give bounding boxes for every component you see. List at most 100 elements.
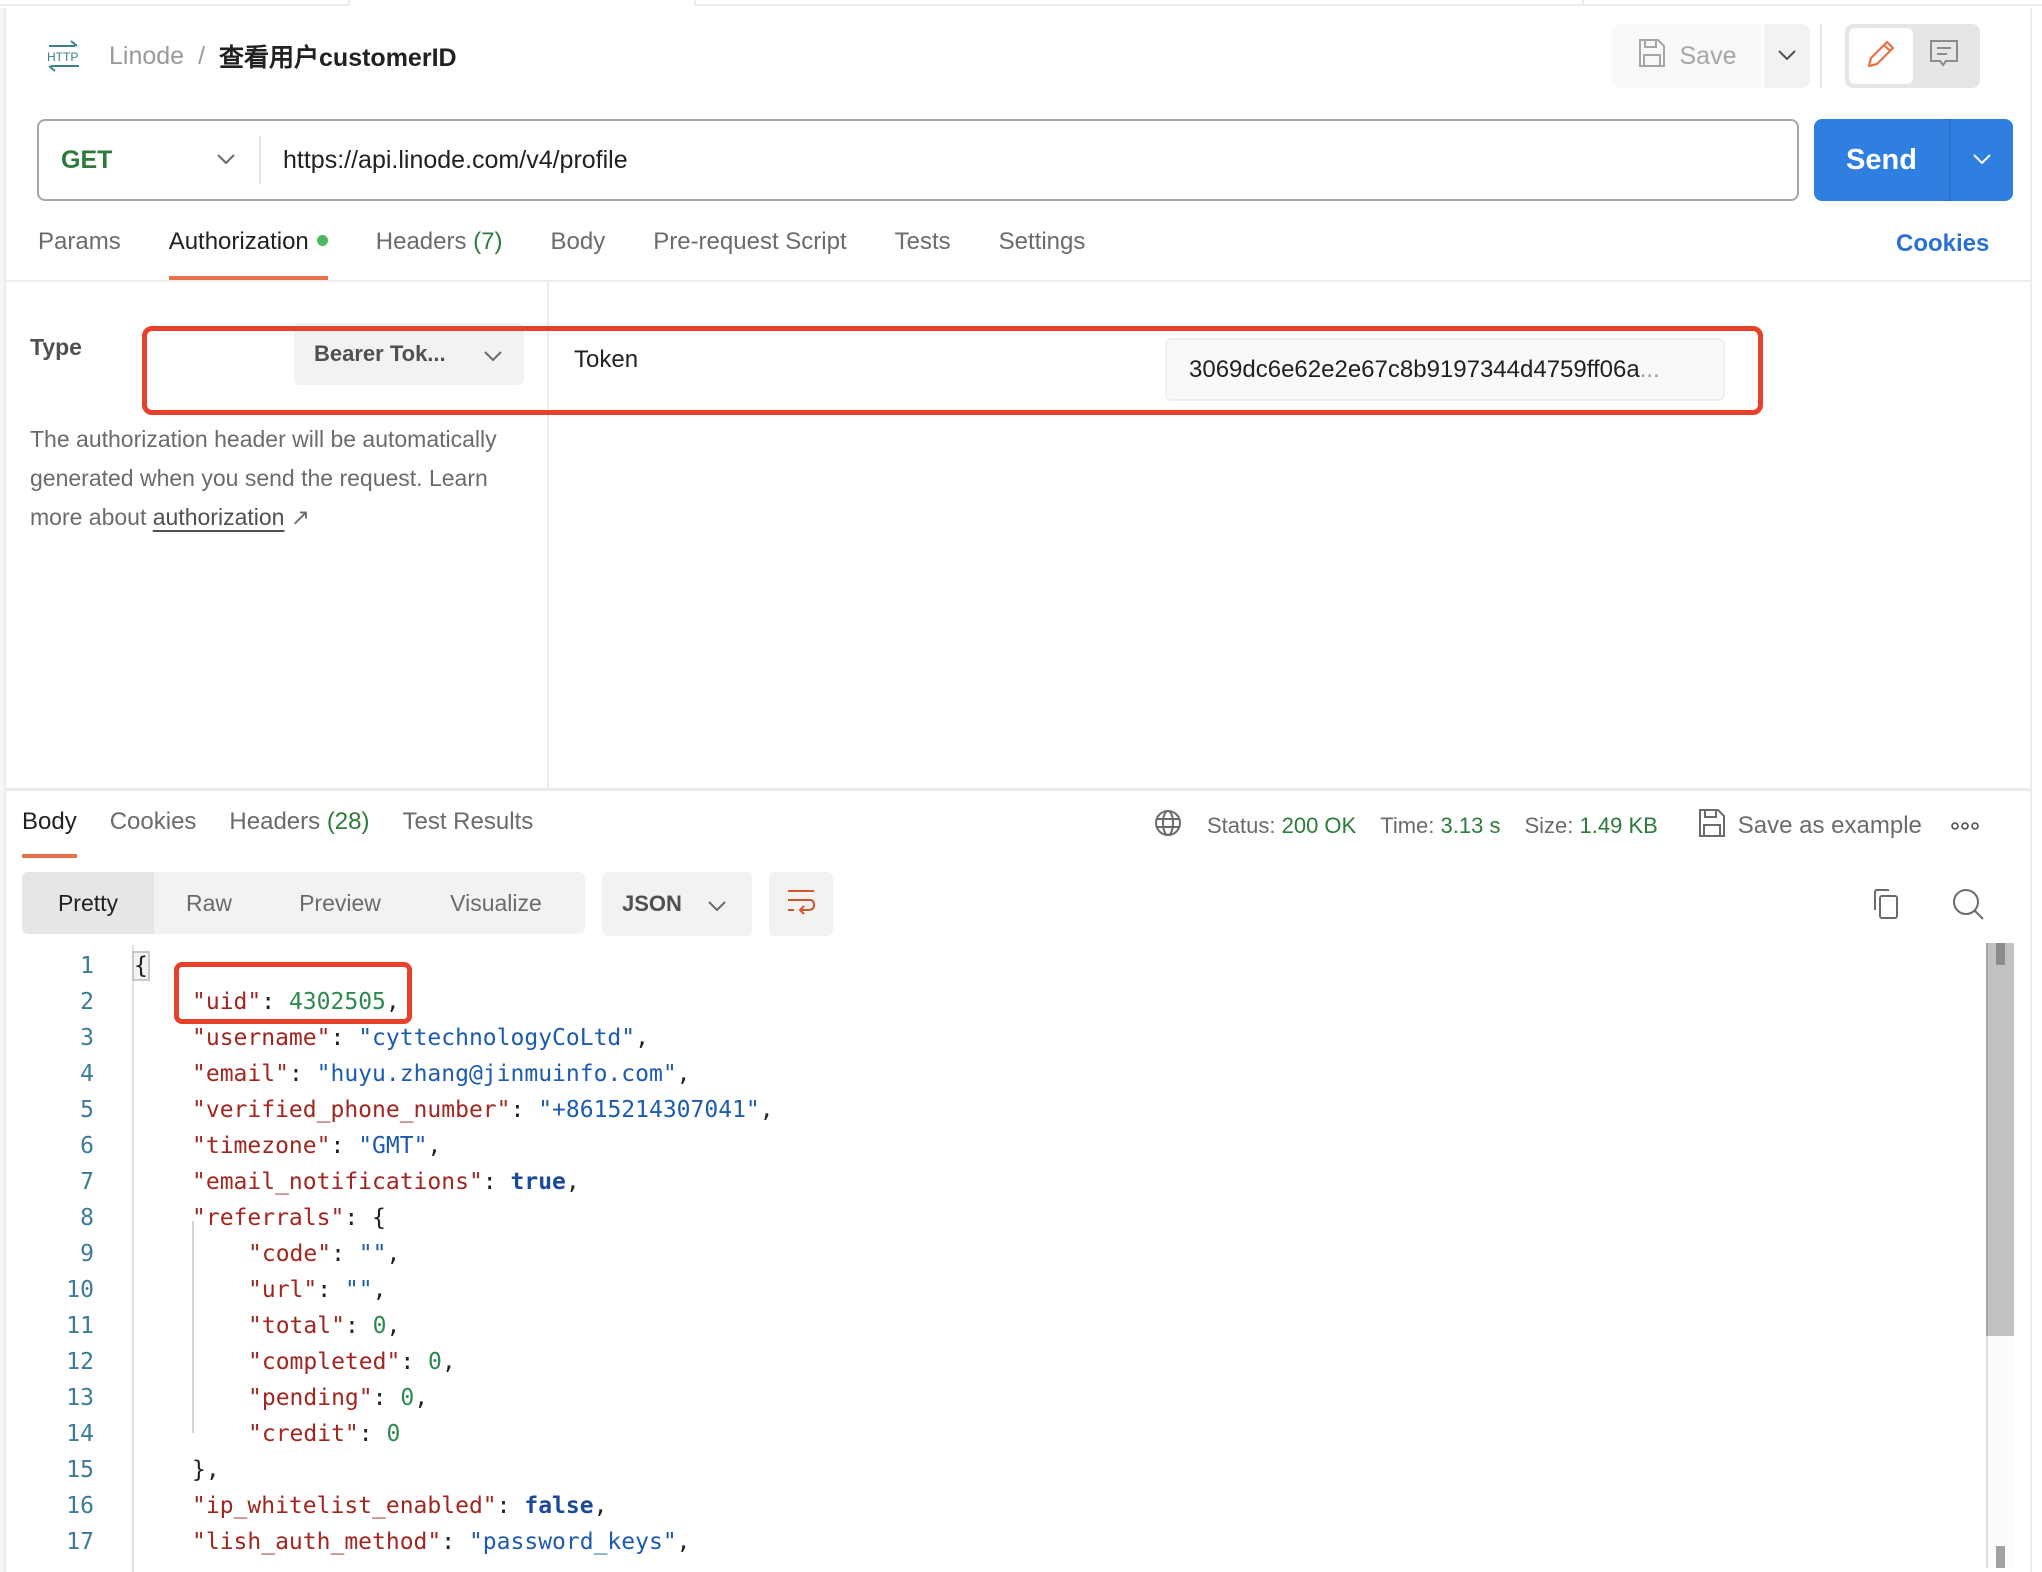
tab-headers[interactable]: Headers (7) (376, 228, 503, 280)
token-input[interactable]: 3069dc6e62e2e67c8b9197344d4759ff06a... (1165, 338, 1725, 401)
breadcrumb-collection[interactable]: Linode (109, 42, 184, 71)
wrap-lines-button[interactable] (769, 872, 833, 936)
code-token: , (372, 1277, 387, 1303)
code-scrollbar-thumb[interactable] (1986, 943, 2014, 1336)
tab-authorization[interactable]: Authorization (168, 228, 328, 280)
format-value: JSON (622, 891, 682, 916)
auth-type-dropdown[interactable]: Bearer Tok... (294, 323, 524, 385)
code-line: 1{ (6, 948, 150, 984)
save-as-example-button[interactable]: Save as example (1698, 808, 1922, 845)
tab-label: Body (22, 808, 77, 835)
code-token: : { (344, 1205, 386, 1231)
method-dropdown[interactable]: GET (39, 121, 259, 199)
response-view-modes: Pretty Raw Preview Visualize (22, 872, 585, 934)
response-time[interactable]: Time: 3.13 s (1380, 813, 1500, 839)
url-input[interactable] (261, 145, 1797, 175)
response-divider[interactable] (6, 788, 2030, 791)
authorization-docs-link[interactable]: authorization (153, 504, 285, 530)
save-button[interactable]: Save (1612, 24, 1762, 88)
code-text: }, (192, 1457, 220, 1483)
code-text: "email_notifications": true, (192, 1169, 580, 1195)
response-body-code[interactable]: 1{2 "uid": 4302505, 3 "username": "cyttechn… (6, 944, 1986, 1572)
view-mode-preview[interactable]: Preview (264, 872, 416, 934)
right-panel-edge (2030, 8, 2032, 1572)
code-token: "completed" (248, 1349, 401, 1375)
code-text: "referrals": { (192, 1205, 386, 1231)
tab-label: Settings (998, 228, 1086, 255)
request-tabs: Params Authorization Headers (7) Body Pr… (38, 228, 1133, 280)
code-token: , (386, 1241, 401, 1267)
response-status[interactable]: Status: 200 OK (1207, 813, 1356, 839)
external-link-icon: ↗ (290, 504, 311, 530)
response-size[interactable]: Size: 1.49 KB (1524, 813, 1657, 839)
code-line: 15}, (6, 1452, 219, 1488)
code-text: "url": "", (248, 1277, 387, 1303)
tab-pre-request-script[interactable]: Pre-request Script (653, 228, 846, 280)
send-button[interactable]: Send (1814, 119, 1949, 201)
globe-icon[interactable] (1153, 808, 1183, 844)
code-line: 12 "completed": 0, (6, 1344, 455, 1380)
tab-label: Cookies (109, 808, 197, 835)
format-dropdown[interactable]: JSON (602, 872, 752, 936)
line-number: 4 (80, 1061, 94, 1087)
code-token: : (358, 1421, 387, 1447)
view-mode-raw[interactable]: Raw (154, 872, 264, 934)
floppy-disk-icon (1698, 808, 1726, 845)
tab-label: Test Results (402, 808, 534, 835)
save-as-example-label: Save as example (1737, 812, 1922, 839)
code-line: 9 "code": "", (6, 1236, 400, 1272)
breadcrumb-separator: / (198, 41, 206, 70)
code-token: true (510, 1169, 566, 1195)
code-token: : (496, 1493, 525, 1519)
send-options-dropdown[interactable] (1949, 119, 2013, 201)
time-value: 3.13 s (1440, 813, 1501, 838)
code-token: : (482, 1169, 511, 1195)
tab-strip-segment (1584, 0, 2042, 6)
code-token: }, (192, 1457, 220, 1483)
cookies-link[interactable]: Cookies (1896, 230, 1989, 258)
tab-label: Headers (375, 228, 467, 255)
code-token: "cyttechnologyCoLtd" (358, 1025, 636, 1051)
view-mode-visualize[interactable]: Visualize (416, 872, 576, 934)
response-tab-body[interactable]: Body (22, 808, 77, 858)
code-text: "ip_whitelist_enabled": false, (192, 1493, 607, 1519)
tab-label: Params (38, 228, 121, 255)
code-token: , (759, 1097, 774, 1123)
tab-tests[interactable]: Tests (895, 228, 951, 280)
tab-strip-segment (0, 0, 350, 6)
response-tabs: Body Cookies Headers (28) Test Results (22, 808, 566, 858)
code-text: "pending": 0, (248, 1385, 428, 1411)
code-token: "timezone" (192, 1133, 331, 1159)
code-token: "credit" (248, 1421, 359, 1447)
auth-pane-divider (547, 282, 549, 790)
tab-body[interactable]: Body (551, 228, 606, 280)
response-tab-test-results[interactable]: Test Results (403, 808, 534, 856)
code-token: : (441, 1529, 469, 1555)
save-options-dropdown[interactable] (1764, 24, 1810, 88)
tab-settings[interactable]: Settings (999, 228, 1086, 280)
edit-mode-button[interactable] (1849, 28, 1913, 84)
more-options-icon[interactable] (1950, 821, 1980, 831)
method-label: GET (61, 145, 113, 174)
line-number: 8 (80, 1205, 94, 1231)
code-text: "username": "cyttechnologyCoLtd", (192, 1025, 649, 1051)
search-icon[interactable] (1948, 884, 1988, 924)
code-token: "total" (248, 1313, 345, 1339)
pencil-icon (1865, 38, 1897, 75)
tab-label: Headers (229, 808, 321, 835)
code-token: , (676, 1061, 691, 1087)
copy-icon[interactable] (1868, 884, 1904, 924)
tab-params[interactable]: Params (38, 228, 121, 280)
view-mode-pretty[interactable]: Pretty (22, 872, 154, 934)
tab-strip-segment (694, 0, 1584, 6)
request-title[interactable]: 查看用户customerID (219, 38, 457, 74)
comments-mode-button[interactable] (1913, 28, 1977, 84)
size-label: Size: (1524, 813, 1574, 838)
code-text: "credit": 0 (248, 1421, 400, 1447)
code-text: "lish_auth_method": "password_keys", (192, 1529, 691, 1555)
response-tab-cookies[interactable]: Cookies (110, 808, 197, 856)
response-tab-headers[interactable]: Headers (28) (229, 808, 369, 856)
code-token: , (565, 1169, 580, 1195)
code-token: "" (358, 1241, 387, 1267)
size-value: 1.49 KB (1579, 813, 1658, 838)
